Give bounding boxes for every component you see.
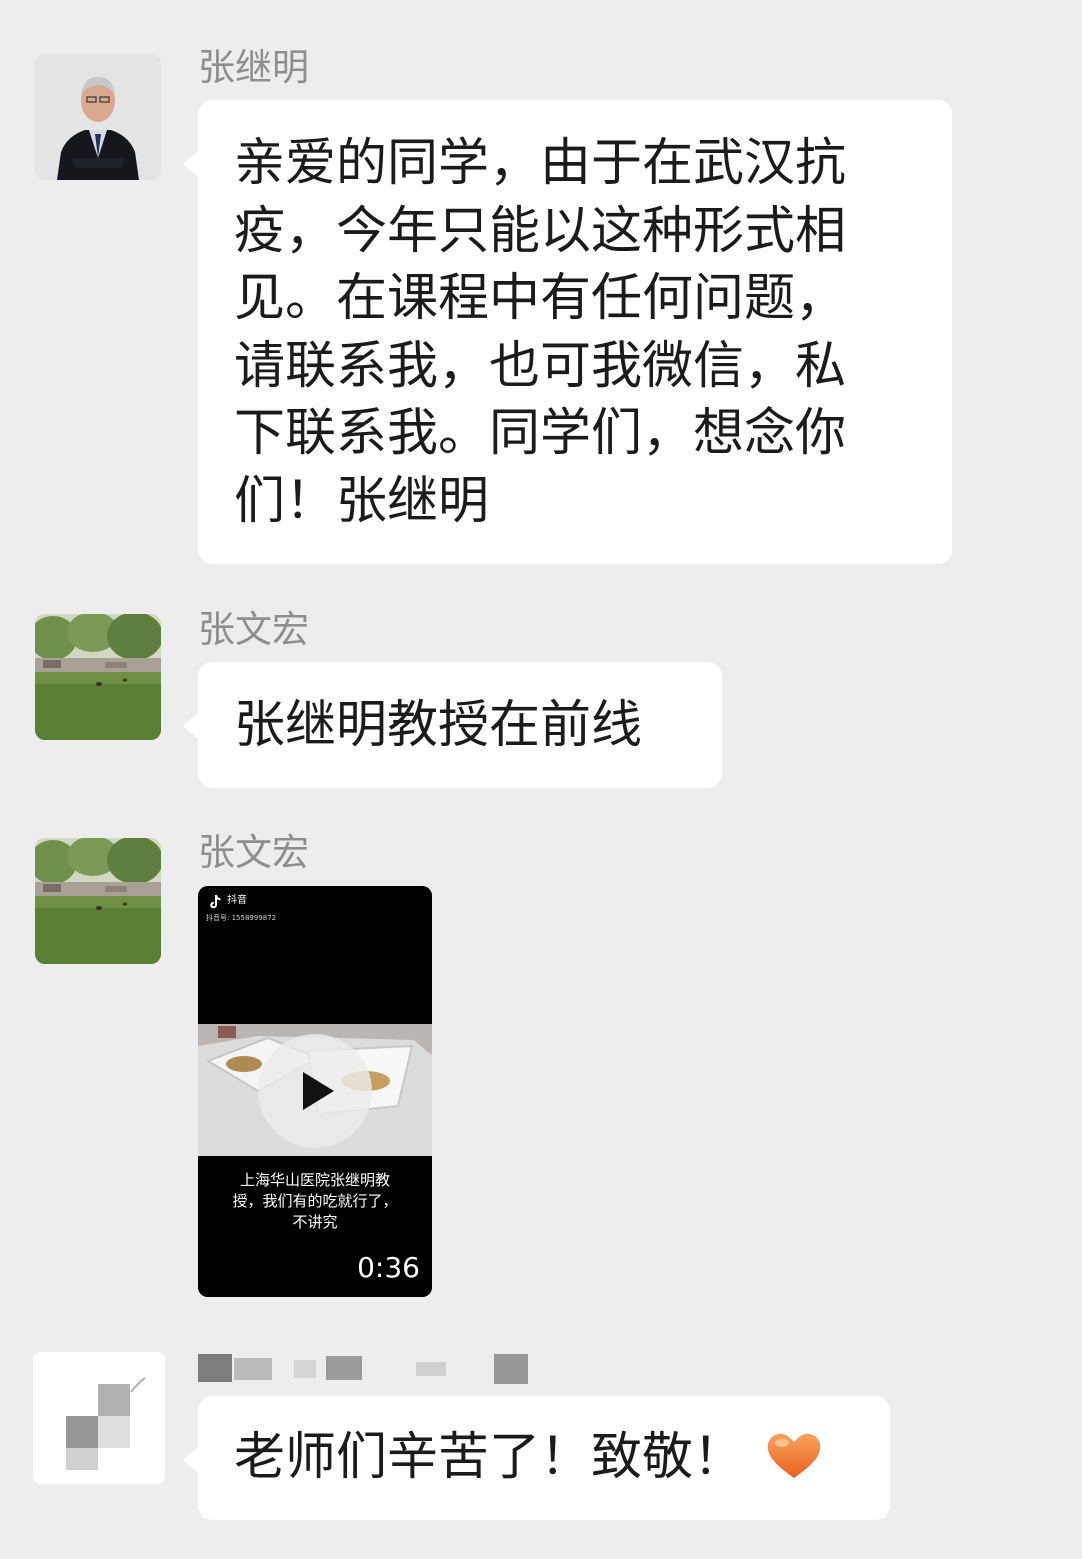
video-duration: 0:36 [357,1251,420,1284]
caption-line: 上海华山医院张继明教 [239,1171,390,1189]
caption-line: 不讲究 [292,1213,338,1231]
message-text-content: 老师们辛苦了！致敬！ [234,1428,745,1487]
message-text-line: 见。在课程中有任何问题， [234,269,847,329]
tiktok-app-name: 抖音 [227,895,247,906]
tiktok-account-id: 抖音号: 1558999872 [206,914,277,922]
message-bubble[interactable]: 老师们辛苦了！致敬！ [183,1396,890,1520]
message-text-line: 疫，今年只能以这种形式相 [234,201,847,261]
sender-name: 张文宏 [198,608,309,651]
message-text-line: 们！张继明 [234,471,490,531]
orange-heart-icon [764,1428,824,1482]
video-caption: 上海华山医院张继明教 授，我们有的吃就行了， 不讲究 [198,1170,432,1233]
sender-name: 张文宏 [198,831,309,874]
play-icon [303,1072,334,1110]
caption-line: 授，我们有的吃就行了， [232,1192,398,1210]
park-landscape-icon [35,838,161,964]
message-bubble[interactable]: 张继明教授在前线 [183,662,722,788]
message-text: 张继明教授在前线 [234,696,643,755]
tiktok-logo-icon [206,893,224,911]
message-text: 老师们辛苦了！致敬！ [234,1424,854,1492]
pixelated-avatar-icon [33,1352,165,1484]
avatar-zhang-jiming[interactable] [35,54,161,180]
park-landscape-icon [35,614,161,740]
avatar-zhang-wenhong[interactable] [35,838,161,964]
play-button[interactable] [258,1034,372,1148]
avatar-blurred[interactable] [33,1352,165,1484]
video-message[interactable]: 抖音 抖音号: 1558999872 上海华山医院张继明教 授，我们有的吃就行了… [198,886,432,1297]
person-photo-icon [35,54,161,180]
blurred-sender-name [198,1354,528,1384]
message-text-line: 请联系我，也可我微信，私 [234,336,847,396]
message-text-line: 亲爱的同学，由于在武汉抗 [234,134,847,193]
sender-name: 张继明 [198,46,309,89]
message-text-line: 下联系我。同学们，想念你 [234,404,847,464]
avatar-zhang-wenhong[interactable] [35,614,161,740]
message-bubble[interactable]: 亲爱的同学，由于在武汉抗 疫，今年只能以这种形式相 见。在课程中有任何问题， 请… [183,100,952,564]
